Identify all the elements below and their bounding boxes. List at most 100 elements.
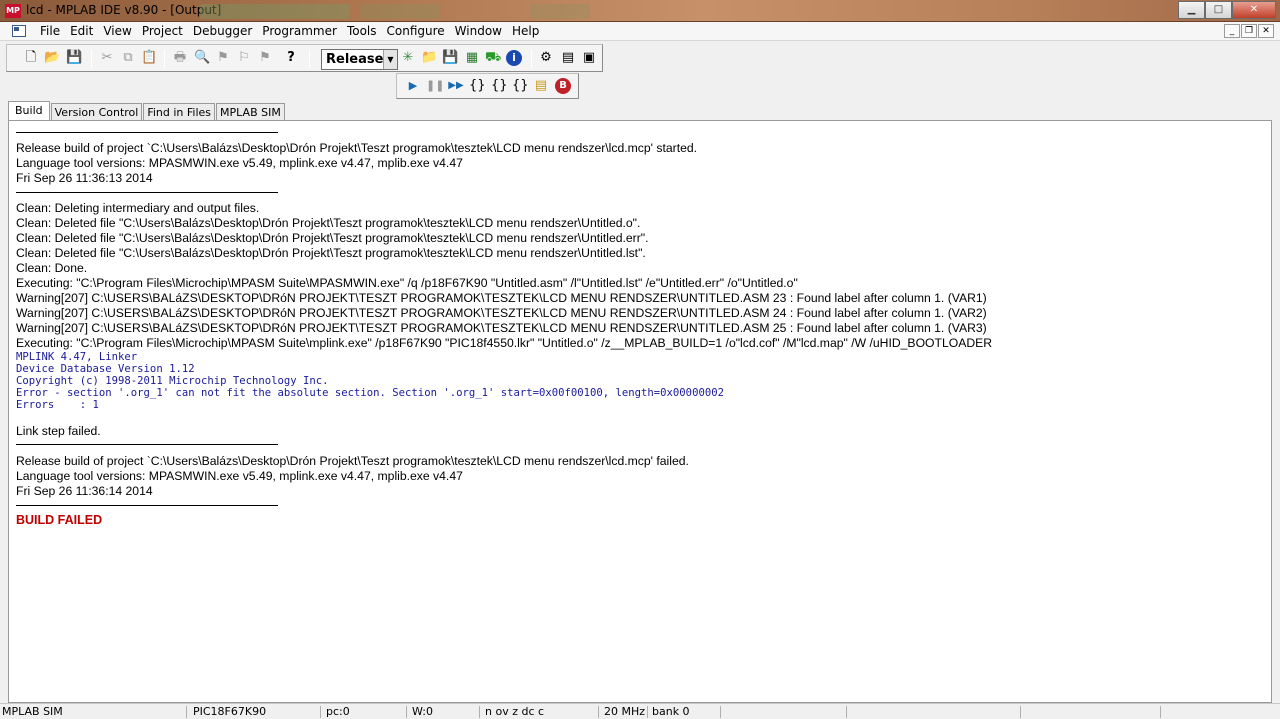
output-line: Release build of project `C:\Users\Baláz…	[16, 454, 689, 468]
output-line: Clean: Done.	[16, 261, 88, 275]
menu-tools[interactable]: Tools	[342, 24, 382, 39]
save-project-icon[interactable]: 💾	[442, 50, 458, 66]
output-line: Fri Sep 26 11:36:14 2014	[16, 484, 153, 498]
output-panel[interactable]: Release build of project `C:\Users\Baláz…	[8, 120, 1272, 703]
status-w: W:0	[412, 705, 433, 718]
find-icon[interactable]: 🔍	[194, 50, 210, 66]
mdi-minimize-button[interactable]: _	[1224, 24, 1240, 38]
background-taskbar-blur	[530, 4, 590, 19]
help-icon[interactable]: ?	[283, 50, 299, 66]
memory-icon[interactable]: ▤	[560, 50, 576, 66]
build-configuration-select[interactable]: Release ▼	[321, 49, 398, 70]
reset-icon[interactable]: ▤	[533, 78, 549, 94]
print-icon[interactable]: 🖶	[172, 50, 188, 66]
cut-icon[interactable]: ✂	[99, 50, 115, 66]
output-tabs: Build Version Control Find in Files MPLA…	[8, 101, 286, 121]
separator	[16, 444, 278, 445]
tab-mplab-sim[interactable]: MPLAB SIM	[216, 103, 285, 121]
output-line: Warning[207] C:\USERS\BALáZS\DESKTOP\DRó…	[16, 321, 987, 335]
copy-icon[interactable]: ⧉	[120, 50, 136, 66]
window-title: lcd - MPLAB IDE v8.90 - [Output]	[26, 3, 222, 17]
output-line: Link step failed.	[16, 424, 101, 438]
chevron-down-icon: ▼	[383, 50, 397, 69]
menu-debugger[interactable]: Debugger	[188, 24, 257, 39]
animate-icon[interactable]: ▶▶	[448, 78, 464, 94]
output-line: Clean: Deleted file "C:\Users\Balázs\Des…	[16, 246, 646, 260]
output-line: Language tool versions: MPASMWIN.exe v5.…	[16, 469, 463, 483]
menu-file[interactable]: File	[35, 24, 65, 39]
output-line: Clean: Deleted file "C:\Users\Balázs\Des…	[16, 216, 641, 230]
output-line: Language tool versions: MPASMWIN.exe v5.…	[16, 156, 463, 170]
background-taskbar-blur	[200, 4, 350, 19]
menu-programmer[interactable]: Programmer	[257, 24, 342, 39]
minimize-button[interactable]: ▁	[1178, 1, 1205, 19]
open-folder-icon[interactable]: 📂	[44, 50, 60, 66]
mdi-restore-button[interactable]: ❐	[1241, 24, 1257, 38]
output-line: Warning[207] C:\USERS\BALáZS\DESKTOP\DRó…	[16, 306, 987, 320]
output-line: Warning[207] C:\USERS\BALáZS\DESKTOP\DRó…	[16, 291, 987, 305]
run-icon[interactable]: ▶	[405, 78, 421, 94]
output-line: Executing: "C:\Program Files\Microchip\M…	[16, 276, 798, 290]
menu-view[interactable]: View	[98, 24, 136, 39]
build-icon[interactable]: ▦	[464, 50, 480, 66]
output-line: Executing: "C:\Program Files\Microchip\M…	[16, 336, 993, 350]
document-window-icon[interactable]	[12, 25, 26, 37]
tab-build[interactable]: Build	[8, 101, 50, 121]
tab-version-control[interactable]: Version Control	[50, 103, 143, 121]
linker-output-line: Copyright (c) 1998-2011 Microchip Techno…	[16, 375, 329, 387]
status-bar: MPLAB SIM PIC18F67K90 pc:0 W:0 n ov z dc…	[0, 703, 1280, 719]
output-line: Release build of project `C:\Users\Baláz…	[16, 141, 698, 155]
status-frequency: 20 MHz	[604, 705, 646, 718]
debug-toolbar: ▶ ❚❚ ▶▶ {} {} {} ▤ B	[396, 73, 579, 99]
separator	[16, 192, 278, 193]
toolbar-area: 🗋 📂 💾 ✂ ⧉ 📋 🖶 🔍 ⚑ ⚐ ⚑ ? Release ▼ ✳ 📁 💾 …	[0, 42, 1280, 100]
linker-output-line: Device Database Version 1.12	[16, 363, 195, 375]
step-over-icon[interactable]: {}	[491, 78, 508, 94]
find-in-files-icon[interactable]: ⚑	[215, 50, 231, 66]
step-out-icon[interactable]: {}	[512, 78, 529, 94]
build-failed-label: BUILD FAILED	[16, 513, 103, 527]
standard-toolbar: 🗋 📂 💾 ✂ ⧉ 📋 🖶 🔍 ⚑ ⚐ ⚑ ? Release ▼ ✳ 📁 💾 …	[6, 44, 603, 72]
output-line: Clean: Deleting intermediary and output …	[16, 201, 260, 215]
window-icon[interactable]: ▣	[581, 50, 597, 66]
info-icon[interactable]: i	[506, 50, 522, 66]
build-configuration-value: Release	[326, 52, 384, 67]
menu-project[interactable]: Project	[137, 24, 188, 39]
bookmark-next-icon[interactable]: ⚑	[257, 50, 273, 66]
background-taskbar-blur	[360, 4, 440, 19]
bookmark-icon[interactable]: ⚐	[236, 50, 252, 66]
status-tool: MPLAB SIM	[2, 705, 63, 718]
output-line: Clean: Deleted file "C:\Users\Balázs\Des…	[16, 231, 649, 245]
status-bank: bank 0	[652, 705, 690, 718]
status-pc: pc:0	[326, 705, 350, 718]
tab-find-in-files[interactable]: Find in Files	[143, 103, 216, 121]
open-project-icon[interactable]: 📁	[421, 50, 437, 66]
menu-window[interactable]: Window	[450, 24, 507, 39]
mdi-close-button[interactable]: ✕	[1258, 24, 1274, 38]
menu-bar: File Edit View Project Debugger Programm…	[0, 22, 1280, 41]
new-project-icon[interactable]: ✳	[400, 50, 416, 66]
new-file-icon[interactable]: 🗋	[23, 50, 39, 66]
separator	[16, 505, 278, 506]
menu-configure[interactable]: Configure	[382, 24, 450, 39]
halt-icon[interactable]: ❚❚	[426, 78, 444, 94]
separator	[16, 132, 278, 133]
linker-output-line: MPLINK 4.47, Linker	[16, 351, 138, 363]
status-device: PIC18F67K90	[193, 705, 267, 718]
breakpoint-icon[interactable]: B	[555, 78, 571, 94]
save-icon[interactable]: 💾	[66, 50, 82, 66]
output-line: Fri Sep 26 11:36:13 2014	[16, 171, 153, 185]
menu-help[interactable]: Help	[507, 24, 544, 39]
mplab-logo-icon[interactable]: MP	[5, 4, 21, 18]
paste-icon[interactable]: 📋	[141, 50, 157, 66]
step-into-icon[interactable]: {}	[469, 78, 486, 94]
linker-error-line: Error - section '.org_1' can not fit the…	[16, 387, 724, 399]
title-bar: MP lcd - MPLAB IDE v8.90 - [Output] ▁ □ …	[0, 0, 1280, 22]
make-icon[interactable]: ⛟	[485, 50, 501, 66]
maximize-button[interactable]: □	[1205, 1, 1232, 19]
checksum-icon[interactable]: ⚙	[538, 50, 554, 66]
menu-edit[interactable]: Edit	[65, 24, 98, 39]
status-flags: n ov z dc c	[485, 705, 545, 718]
close-button[interactable]: ✕	[1232, 1, 1276, 19]
linker-output-line: Errors : 1	[16, 399, 99, 411]
